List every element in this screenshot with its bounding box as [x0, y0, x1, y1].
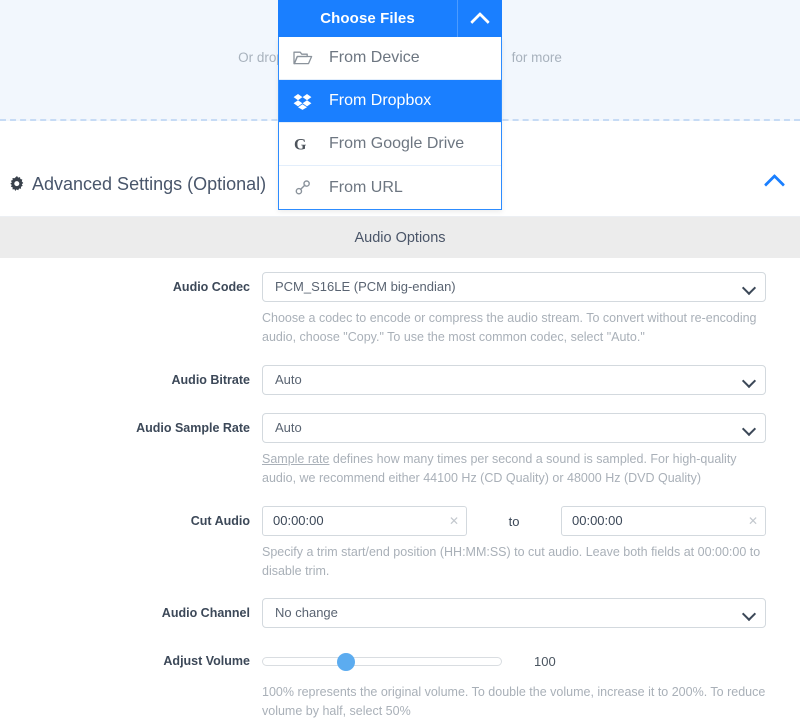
gear-icon — [6, 175, 28, 194]
audio-bitrate-select[interactable]: Auto — [262, 365, 766, 395]
audio-sample-rate-helper: Sample rate defines how many times per s… — [262, 450, 766, 488]
close-x-icon[interactable]: ✕ — [748, 514, 758, 528]
cut-audio-helper: Specify a trim start/end position (HH:MM… — [262, 545, 761, 578]
menu-item-label: From Google Drive — [329, 135, 465, 152]
cut-audio-controls: 00:00:00 ✕ to 00:00:00 ✕ — [262, 506, 766, 536]
menu-item-from-google-drive[interactable]: G From Google Drive — [279, 123, 501, 166]
audio-codec-value: PCM_S16LE (PCM big-endian) — [275, 279, 456, 294]
cut-audio-start-value: 00:00:00 — [273, 513, 324, 528]
choose-files-toggle[interactable] — [457, 0, 502, 37]
audio-codec-label: Audio Codec — [172, 280, 250, 294]
row-audio-channel: Audio Channel No change — [0, 581, 800, 628]
choose-files-button[interactable]: Choose Files — [278, 0, 502, 37]
choose-files-label: Choose Files — [320, 10, 415, 27]
cut-audio-label: Cut Audio — [190, 514, 250, 528]
slider-thumb[interactable] — [337, 653, 355, 671]
menu-item-label: From Dropbox — [329, 92, 432, 109]
adjust-volume-slider[interactable] — [262, 651, 502, 671]
chevron-down-icon — [741, 280, 757, 296]
svg-text:G: G — [294, 137, 307, 154]
audio-sample-rate-label: Audio Sample Rate — [136, 421, 250, 435]
row-adjust-volume: Adjust Volume 100 100% represents the or… — [0, 628, 800, 721]
adjust-volume-controls: 100 — [262, 646, 766, 676]
audio-codec-select[interactable]: PCM_S16LE (PCM big-endian) — [262, 272, 766, 302]
row-audio-codec: Audio Codec PCM_S16LE (PCM big-endian) C… — [0, 258, 800, 347]
cut-audio-end-value: 00:00:00 — [572, 513, 623, 528]
row-audio-bitrate: Audio Bitrate Auto — [0, 347, 800, 395]
audio-channel-select[interactable]: No change — [262, 598, 766, 628]
slider-track — [262, 657, 502, 666]
dropbox-icon — [293, 93, 323, 110]
menu-item-label: From URL — [329, 178, 403, 196]
audio-options-form: Audio Codec PCM_S16LE (PCM big-endian) C… — [0, 258, 800, 721]
choose-files-dropdown[interactable]: Choose Files From Device From Dropbox G … — [278, 0, 502, 210]
advanced-settings-title: Advanced Settings (Optional) — [32, 174, 267, 194]
sample-rate-helper-text: defines how many times per second a soun… — [262, 452, 737, 485]
advanced-settings-collapse-button[interactable] — [763, 173, 786, 196]
link-icon — [293, 179, 323, 197]
chevron-up-icon — [470, 11, 490, 32]
menu-item-from-device[interactable]: From Device — [279, 37, 501, 80]
audio-options-title: Audio Options — [354, 229, 446, 246]
adjust-volume-helper: 100% represents the original volume. To … — [262, 685, 766, 718]
menu-item-from-url[interactable]: From URL — [279, 166, 501, 209]
menu-item-from-dropbox[interactable]: From Dropbox — [279, 80, 501, 123]
audio-options-header: Audio Options — [0, 217, 800, 258]
menu-item-label: From Device — [329, 49, 420, 66]
cut-audio-end-input[interactable]: 00:00:00 ✕ — [561, 506, 766, 536]
cut-audio-start-input[interactable]: 00:00:00 ✕ — [262, 506, 467, 536]
audio-bitrate-label: Audio Bitrate — [171, 373, 250, 387]
row-cut-audio: Cut Audio 00:00:00 ✕ to 00:00:00 ✕ Speci… — [0, 488, 800, 581]
row-audio-sample-rate: Audio Sample Rate Auto Sample rate defin… — [0, 395, 800, 488]
cut-audio-separator: to — [508, 513, 520, 529]
google-g-icon: G — [293, 135, 323, 154]
audio-sample-rate-select[interactable]: Auto — [262, 413, 766, 443]
chevron-down-icon — [741, 606, 757, 622]
folder-open-icon — [293, 50, 323, 66]
adjust-volume-value: 100 — [534, 653, 556, 669]
audio-bitrate-value: Auto — [275, 372, 302, 387]
close-x-icon[interactable]: ✕ — [449, 514, 459, 528]
audio-sample-rate-value: Auto — [275, 420, 302, 435]
chevron-up-icon — [763, 173, 786, 196]
audio-codec-helper: Choose a codec to encode or compress the… — [262, 311, 757, 344]
audio-channel-label: Audio Channel — [161, 606, 250, 620]
dropzone-hint-after: for more — [511, 50, 562, 65]
audio-channel-value: No change — [275, 605, 338, 620]
adjust-volume-label: Adjust Volume — [163, 654, 250, 668]
sample-rate-link[interactable]: Sample rate — [262, 452, 329, 466]
chevron-down-icon — [741, 421, 757, 437]
chevron-down-icon — [741, 373, 757, 389]
choose-files-menu: From Device From Dropbox G From Google D… — [278, 37, 502, 210]
